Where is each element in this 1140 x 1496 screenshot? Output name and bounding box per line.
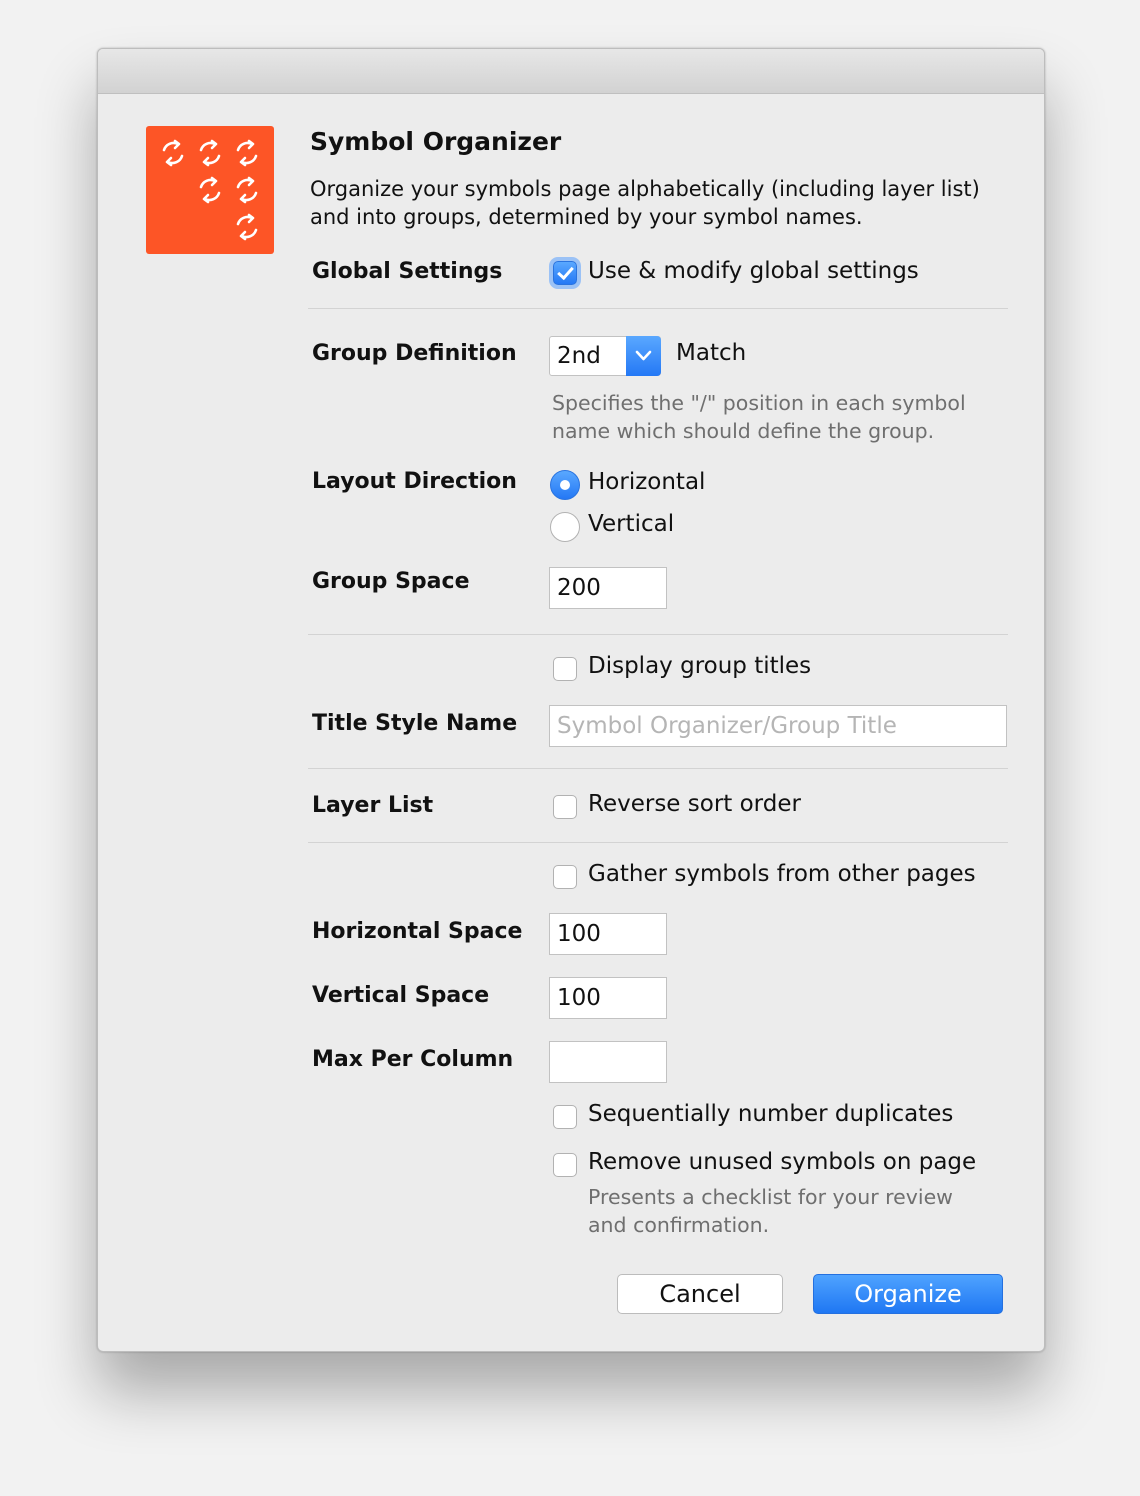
radio-vertical-label[interactable]: Vertical — [588, 511, 674, 537]
display-titles-label[interactable]: Display group titles — [588, 653, 811, 679]
organize-button[interactable]: Organize — [813, 1274, 1003, 1314]
horizontal-space-input[interactable]: 100 — [549, 913, 667, 955]
global-settings-label: Global Settings — [312, 259, 503, 284]
max-per-column-input[interactable] — [549, 1041, 667, 1083]
remove-unused-hint: Presents a checklist for your review and… — [588, 1183, 953, 1239]
description-line-2: and into groups, determined by your symb… — [310, 205, 863, 229]
group-space-input[interactable]: 200 — [549, 567, 667, 609]
separator — [308, 842, 1008, 843]
remove-unused-label[interactable]: Remove unused symbols on page — [588, 1149, 976, 1175]
cancel-button[interactable]: Cancel — [617, 1274, 783, 1314]
separator — [308, 308, 1008, 309]
group-definition-suffix: Match — [676, 340, 747, 366]
sequential-duplicates-checkbox[interactable] — [553, 1105, 577, 1129]
radio-horizontal[interactable] — [550, 470, 580, 500]
group-definition-hint: Specifies the "/" position in each symbo… — [552, 389, 966, 445]
vertical-space-label: Vertical Space — [312, 983, 490, 1008]
group-definition-label: Group Definition — [312, 341, 517, 366]
plugin-dialog: Symbol Organizer Organize your symbols p… — [97, 48, 1045, 1352]
group-definition-value: 2nd — [557, 343, 601, 369]
remove-unused-hint-line-2: and confirmation. — [588, 1213, 770, 1237]
display-titles-checkbox[interactable] — [553, 657, 577, 681]
remove-unused-checkbox[interactable] — [553, 1153, 577, 1177]
title-style-input[interactable]: Symbol Organizer/Group Title — [549, 705, 1007, 747]
group-definition-hint-line-2: name which should define the group. — [552, 419, 935, 443]
separator — [308, 768, 1008, 769]
reverse-sort-checkbox[interactable] — [553, 795, 577, 819]
vertical-space-input[interactable]: 100 — [549, 977, 667, 1019]
group-definition-select[interactable]: 2nd — [549, 336, 661, 376]
dialog-title: Symbol Organizer — [310, 127, 562, 156]
title-style-label: Title Style Name — [312, 711, 518, 736]
layer-list-label: Layer List — [312, 793, 434, 818]
horizontal-space-label: Horizontal Space — [312, 919, 523, 944]
sequential-duplicates-label[interactable]: Sequentially number duplicates — [588, 1101, 953, 1127]
radio-vertical[interactable] — [550, 512, 580, 542]
max-per-column-label: Max Per Column — [312, 1047, 514, 1072]
sync-arrows-icon — [162, 139, 258, 241]
remove-unused-hint-line-1: Presents a checklist for your review — [588, 1185, 953, 1209]
window-titlebar[interactable] — [98, 49, 1044, 94]
gather-symbols-checkbox[interactable] — [553, 865, 577, 889]
gather-symbols-label[interactable]: Gather symbols from other pages — [588, 861, 976, 887]
app-icon — [146, 126, 274, 254]
global-settings-checkbox-label[interactable]: Use & modify global settings — [588, 258, 919, 284]
group-definition-hint-line-1: Specifies the "/" position in each symbo… — [552, 391, 966, 415]
layout-direction-label: Layout Direction — [312, 469, 517, 494]
group-space-label: Group Space — [312, 569, 470, 594]
reverse-sort-label[interactable]: Reverse sort order — [588, 791, 801, 817]
chevron-down-icon[interactable] — [626, 336, 661, 376]
separator — [308, 634, 1008, 635]
dialog-description: Organize your symbols page alphabeticall… — [310, 175, 1010, 231]
description-line-1: Organize your symbols page alphabeticall… — [310, 177, 980, 201]
global-settings-checkbox[interactable] — [553, 261, 577, 285]
radio-horizontal-label[interactable]: Horizontal — [588, 469, 705, 495]
